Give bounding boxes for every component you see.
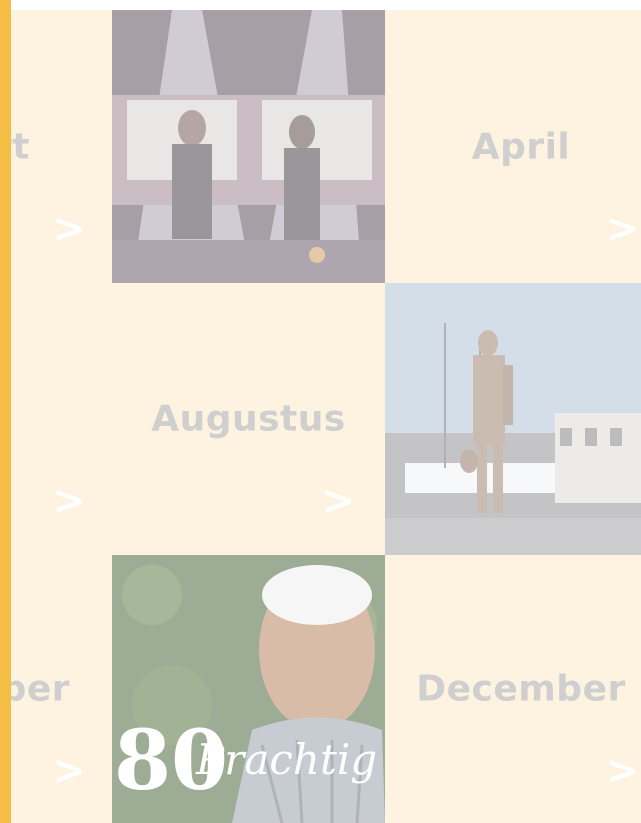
arrow-icon: > [321,478,355,524]
tile-april[interactable]: April > [385,10,641,283]
month-label-december: December [416,668,626,710]
month-label-augustus: Augustus [151,398,346,440]
arrow-icon: > [605,206,639,252]
accent-bar [0,0,11,823]
portrait-script: Prachtig [196,735,378,784]
tile-juli[interactable]: > [11,283,112,555]
arrow-icon: > [52,206,86,252]
tile-augustus[interactable]: Augustus > [112,283,385,555]
arrow-icon: > [52,748,86,794]
arrow-icon: > [605,748,639,794]
tile-photo-portrait[interactable]: 80 Prachtig [112,555,385,823]
tile-maart[interactable]: rt > [11,10,112,283]
photo-stage-performers [112,10,385,283]
arrow-icon: > [52,478,86,524]
month-label-maart: rt [11,126,30,167]
tile-september[interactable]: ber > [11,555,112,823]
photo-elderly-man: 80 Prachtig [112,555,385,823]
tile-december[interactable]: December > [385,555,641,823]
tile-photo-concert[interactable] [112,10,385,283]
tile-photo-statue[interactable] [385,283,641,555]
month-grid: rt > April > > [11,10,641,823]
photo-statue-harbor [385,283,641,555]
month-label-april: April [471,126,571,167]
month-label-september: ber [11,668,70,710]
